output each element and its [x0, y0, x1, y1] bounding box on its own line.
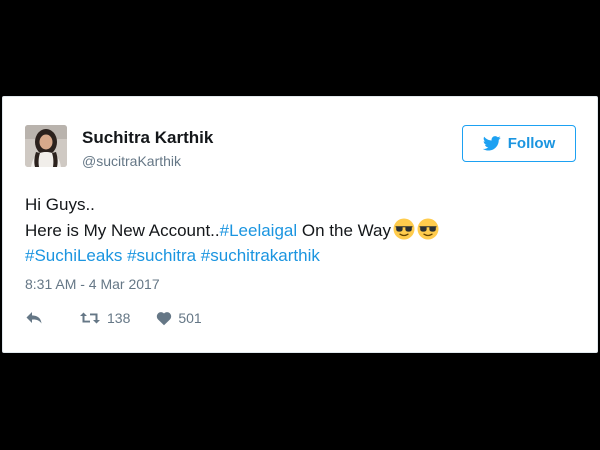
- tweet-timestamp[interactable]: 8:31 AM - 4 Mar 2017: [25, 276, 160, 292]
- reply-button[interactable]: [25, 311, 43, 325]
- like-count: 501: [178, 310, 202, 326]
- hashtag-leelaigal[interactable]: #Leelaigal: [220, 221, 298, 240]
- follow-label: Follow: [507, 135, 556, 152]
- retweet-icon: [79, 311, 101, 325]
- retweet-button[interactable]: 138: [79, 310, 130, 326]
- tweet-text: Hi Guys.. Here is My New Account..#Leela…: [25, 192, 585, 269]
- display-name[interactable]: Suchitra Karthik: [82, 128, 213, 148]
- tweet-line-1: Hi Guys..: [25, 192, 585, 218]
- avatar-photo: [25, 125, 67, 167]
- tweet-line-2: Here is My New Account..#Leelaigal On th…: [25, 218, 585, 244]
- reply-arrow-icon: [25, 311, 43, 325]
- retweet-count: 138: [107, 310, 131, 326]
- avatar[interactable]: [25, 125, 67, 167]
- sunglasses-emoji: [393, 218, 415, 240]
- tweet-line-3: #SuchiLeaks #suchitra #suchitrakarthik: [25, 243, 585, 269]
- heart-icon: [156, 311, 172, 326]
- tweet-text-segment: On the Way: [297, 220, 391, 240]
- tweet-text-segment: Hi Guys..: [25, 195, 95, 214]
- hashtag-suchitrakarthik[interactable]: #suchitrakarthik: [201, 246, 320, 265]
- hashtag-suchileaks[interactable]: #SuchiLeaks: [25, 246, 122, 265]
- tweet-card: Suchitra Karthik @sucitraKarthik Follow …: [2, 96, 598, 353]
- tweet-text-segment: Here is My New Account..: [25, 220, 220, 240]
- tweet-actions: 138 501: [25, 308, 202, 328]
- sunglasses-emoji: [417, 218, 439, 240]
- hashtag-suchitra[interactable]: #suchitra: [127, 246, 196, 265]
- follow-button[interactable]: Follow: [462, 125, 576, 162]
- like-button[interactable]: 501: [156, 310, 202, 326]
- twitter-bird-icon: [482, 136, 501, 151]
- user-handle[interactable]: @sucitraKarthik: [82, 153, 181, 169]
